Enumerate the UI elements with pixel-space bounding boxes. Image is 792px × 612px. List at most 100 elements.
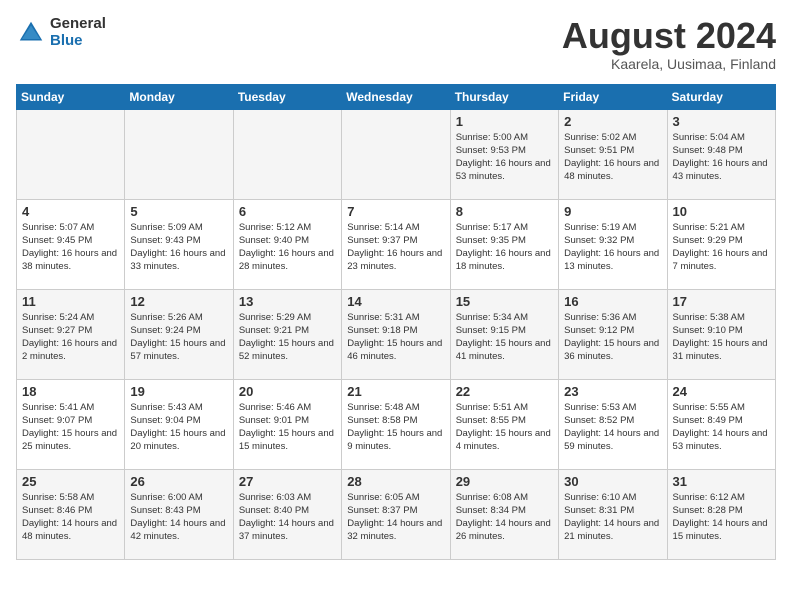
day-info: Sunrise: 5:36 AM Sunset: 9:12 PM Dayligh… — [564, 311, 661, 364]
calendar-week-row: 11 Sunrise: 5:24 AM Sunset: 9:27 PM Dayli… — [17, 289, 776, 379]
day-number: 21 — [347, 384, 444, 399]
calendar-cell: 16 Sunrise: 5:36 AM Sunset: 9:12 PM Dayli… — [559, 289, 667, 379]
day-number: 9 — [564, 204, 661, 219]
header-sunday: Sunday — [17, 84, 125, 109]
calendar-cell: 25Sunrise: 5:58 AM Sunset: 8:46 PM Dayli… — [17, 469, 125, 559]
day-info: Sunrise: 5:09 AM Sunset: 9:43 PM Dayligh… — [130, 221, 227, 274]
day-info: Sunrise: 6:08 AM Sunset: 8:34 PM Dayligh… — [456, 491, 553, 544]
calendar-cell: 23Sunrise: 5:53 AM Sunset: 8:52 PM Dayli… — [559, 379, 667, 469]
calendar-cell: 18 Sunrise: 5:41 AM Sunset: 9:07 PM Dayli… — [17, 379, 125, 469]
day-number: 31 — [673, 474, 770, 489]
day-number: 12 — [130, 294, 227, 309]
day-number: 26 — [130, 474, 227, 489]
header-tuesday: Tuesday — [233, 84, 341, 109]
day-number: 11 — [22, 294, 119, 309]
calendar-cell: 7 Sunrise: 5:14 AM Sunset: 9:37 PM Daylig… — [342, 199, 450, 289]
calendar-cell: 1 Sunrise: 5:00 AM Sunset: 9:53 PM Daylig… — [450, 109, 558, 199]
day-number: 7 — [347, 204, 444, 219]
day-number: 6 — [239, 204, 336, 219]
logo-blue-text: Blue — [50, 33, 106, 50]
day-info: Sunrise: 6:10 AM Sunset: 8:31 PM Dayligh… — [564, 491, 661, 544]
calendar-cell: 26 Sunrise: 6:00 AM Sunset: 8:43 PM Dayli… — [125, 469, 233, 559]
calendar-table: SundayMondayTuesdayWednesdayThursdayFrid… — [16, 84, 776, 560]
day-info: Sunrise: 5:12 AM Sunset: 9:40 PM Dayligh… — [239, 221, 336, 274]
logo-general-text: General — [50, 16, 106, 33]
day-number: 19 — [130, 384, 227, 399]
day-number: 5 — [130, 204, 227, 219]
day-number: 29 — [456, 474, 553, 489]
day-number: 30 — [564, 474, 661, 489]
day-number: 8 — [456, 204, 553, 219]
day-number: 18 — [22, 384, 119, 399]
day-number: 3 — [673, 114, 770, 129]
calendar-week-row: 18 Sunrise: 5:41 AM Sunset: 9:07 PM Dayli… — [17, 379, 776, 469]
calendar-cell: 17Sunrise: 5:38 AM Sunset: 9:10 PM Dayli… — [667, 289, 775, 379]
day-number: 14 — [347, 294, 444, 309]
day-number: 22 — [456, 384, 553, 399]
day-info: Sunrise: 5:31 AM Sunset: 9:18 PM Dayligh… — [347, 311, 444, 364]
header-friday: Friday — [559, 84, 667, 109]
day-info: Sunrise: 5:48 AM Sunset: 8:58 PM Dayligh… — [347, 401, 444, 454]
calendar-cell: 27 Sunrise: 6:03 AM Sunset: 8:40 PM Dayli… — [233, 469, 341, 559]
header-thursday: Thursday — [450, 84, 558, 109]
calendar-cell — [125, 109, 233, 199]
day-info: Sunrise: 5:29 AM Sunset: 9:21 PM Dayligh… — [239, 311, 336, 364]
day-number: 2 — [564, 114, 661, 129]
calendar-week-row: 4Sunrise: 5:07 AM Sunset: 9:45 PM Daylig… — [17, 199, 776, 289]
page-header: General Blue August 2024 Kaarela, Uusima… — [16, 16, 776, 72]
day-info: Sunrise: 5:46 AM Sunset: 9:01 PM Dayligh… — [239, 401, 336, 454]
calendar-cell: 24 Sunrise: 5:55 AM Sunset: 8:49 PM Dayli… — [667, 379, 775, 469]
calendar-cell: 5 Sunrise: 5:09 AM Sunset: 9:43 PM Daylig… — [125, 199, 233, 289]
day-info: Sunrise: 5:19 AM Sunset: 9:32 PM Dayligh… — [564, 221, 661, 274]
calendar-week-row: 1 Sunrise: 5:00 AM Sunset: 9:53 PM Daylig… — [17, 109, 776, 199]
day-info: Sunrise: 5:02 AM Sunset: 9:51 PM Dayligh… — [564, 131, 661, 184]
title-block: August 2024 Kaarela, Uusimaa, Finland — [562, 16, 776, 72]
calendar-cell: 31 Sunrise: 6:12 AM Sunset: 8:28 PM Dayli… — [667, 469, 775, 559]
day-info: Sunrise: 5:00 AM Sunset: 9:53 PM Dayligh… — [456, 131, 553, 184]
day-info: Sunrise: 5:53 AM Sunset: 8:52 PM Dayligh… — [564, 401, 661, 454]
day-info: Sunrise: 5:55 AM Sunset: 8:49 PM Dayligh… — [673, 401, 770, 454]
calendar-week-row: 25Sunrise: 5:58 AM Sunset: 8:46 PM Dayli… — [17, 469, 776, 559]
calendar-cell: 10 Sunrise: 5:21 AM Sunset: 9:29 PM Dayli… — [667, 199, 775, 289]
calendar-cell — [342, 109, 450, 199]
calendar-cell: 28 Sunrise: 6:05 AM Sunset: 8:37 PM Dayli… — [342, 469, 450, 559]
day-info: Sunrise: 5:17 AM Sunset: 9:35 PM Dayligh… — [456, 221, 553, 274]
header-wednesday: Wednesday — [342, 84, 450, 109]
calendar-cell: 11 Sunrise: 5:24 AM Sunset: 9:27 PM Dayli… — [17, 289, 125, 379]
day-info: Sunrise: 5:14 AM Sunset: 9:37 PM Dayligh… — [347, 221, 444, 274]
calendar-cell: 21 Sunrise: 5:48 AM Sunset: 8:58 PM Dayli… — [342, 379, 450, 469]
day-number: 13 — [239, 294, 336, 309]
calendar-cell: 29 Sunrise: 6:08 AM Sunset: 8:34 PM Dayli… — [450, 469, 558, 559]
day-info: Sunrise: 6:03 AM Sunset: 8:40 PM Dayligh… — [239, 491, 336, 544]
day-info: Sunrise: 5:04 AM Sunset: 9:48 PM Dayligh… — [673, 131, 770, 184]
location-subtitle: Kaarela, Uusimaa, Finland — [562, 56, 776, 72]
day-number: 1 — [456, 114, 553, 129]
day-number: 27 — [239, 474, 336, 489]
day-number: 28 — [347, 474, 444, 489]
day-number: 15 — [456, 294, 553, 309]
day-info: Sunrise: 6:00 AM Sunset: 8:43 PM Dayligh… — [130, 491, 227, 544]
calendar-cell: 14 Sunrise: 5:31 AM Sunset: 9:18 PM Dayli… — [342, 289, 450, 379]
day-number: 10 — [673, 204, 770, 219]
day-info: Sunrise: 5:41 AM Sunset: 9:07 PM Dayligh… — [22, 401, 119, 454]
calendar-cell: 13 Sunrise: 5:29 AM Sunset: 9:21 PM Dayli… — [233, 289, 341, 379]
calendar-cell: 30 Sunrise: 6:10 AM Sunset: 8:31 PM Dayli… — [559, 469, 667, 559]
calendar-cell: 9 Sunrise: 5:19 AM Sunset: 9:32 PM Daylig… — [559, 199, 667, 289]
calendar-cell: 19Sunrise: 5:43 AM Sunset: 9:04 PM Dayli… — [125, 379, 233, 469]
calendar-cell: 8 Sunrise: 5:17 AM Sunset: 9:35 PM Daylig… — [450, 199, 558, 289]
day-info: Sunrise: 6:05 AM Sunset: 8:37 PM Dayligh… — [347, 491, 444, 544]
logo: General Blue — [16, 16, 106, 49]
calendar-cell: 6 Sunrise: 5:12 AM Sunset: 9:40 PM Daylig… — [233, 199, 341, 289]
day-info: Sunrise: 6:12 AM Sunset: 8:28 PM Dayligh… — [673, 491, 770, 544]
logo-icon — [16, 18, 46, 48]
header-monday: Monday — [125, 84, 233, 109]
day-number: 25 — [22, 474, 119, 489]
day-number: 24 — [673, 384, 770, 399]
day-number: 16 — [564, 294, 661, 309]
day-info: Sunrise: 5:24 AM Sunset: 9:27 PM Dayligh… — [22, 311, 119, 364]
calendar-cell: 12Sunrise: 5:26 AM Sunset: 9:24 PM Dayli… — [125, 289, 233, 379]
calendar-cell — [17, 109, 125, 199]
day-info: Sunrise: 5:21 AM Sunset: 9:29 PM Dayligh… — [673, 221, 770, 274]
day-number: 4 — [22, 204, 119, 219]
calendar-header-row: SundayMondayTuesdayWednesdayThursdayFrid… — [17, 84, 776, 109]
